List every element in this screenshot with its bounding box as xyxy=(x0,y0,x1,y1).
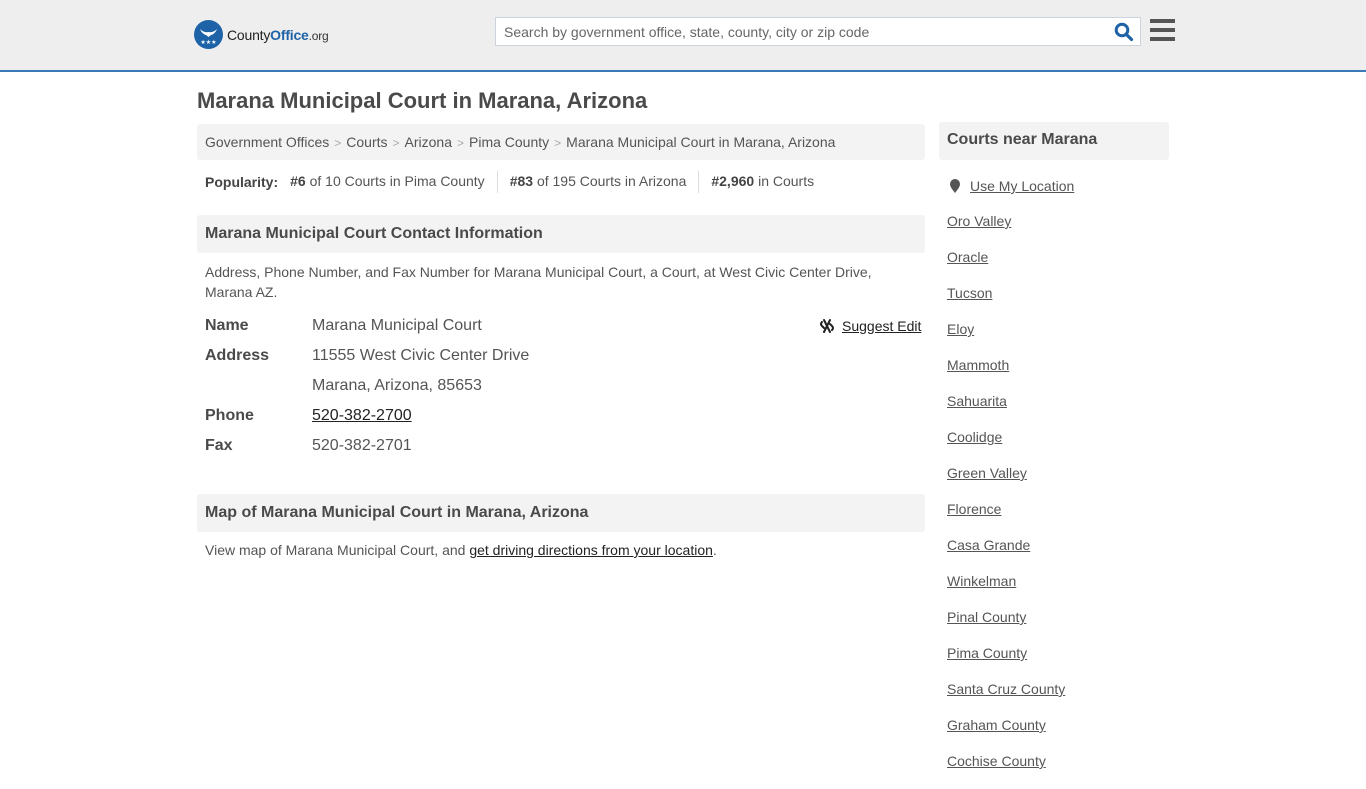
contact-description: Address, Phone Number, and Fax Number fo… xyxy=(205,264,872,300)
nearby-item: Eloy xyxy=(947,321,1065,357)
search-input[interactable] xyxy=(496,18,1096,45)
popularity-bar: Popularity: #6 of 10 Courts in Pima Coun… xyxy=(205,171,826,193)
address-line2: Marana, Arizona, 85653 xyxy=(312,377,482,394)
eagle-logo-icon: ★★★ xyxy=(194,20,223,49)
hamburger-menu-button[interactable] xyxy=(1150,19,1175,41)
menu-bar xyxy=(1150,37,1175,41)
suggest-edit-link[interactable]: Suggest Edit xyxy=(819,318,921,334)
name-label: Name xyxy=(205,317,249,334)
nearby-item: Santa Cruz County xyxy=(947,681,1065,717)
nearby-item: Graham County xyxy=(947,717,1065,753)
nearby-item: Oro Valley xyxy=(947,213,1065,249)
sidebar-heading: Courts near Marana xyxy=(939,122,1169,160)
nearby-item: Mammoth xyxy=(947,357,1065,393)
nearby-courts-list: Oro Valley Oracle Tucson Eloy Mammoth Sa… xyxy=(947,213,1065,789)
map-section-heading: Map of Marana Municipal Court in Marana,… xyxy=(197,494,925,532)
nearby-link-mammoth[interactable]: Mammoth xyxy=(947,357,1009,373)
breadcrumb-separator: > xyxy=(334,136,342,150)
nearby-item: Sahuarita xyxy=(947,393,1065,429)
nearby-item: Winkelman xyxy=(947,573,1065,609)
nearby-item: Pinal County xyxy=(947,609,1065,645)
nearby-link-florence[interactable]: Florence xyxy=(947,501,1001,517)
breadcrumb-arizona[interactable]: Arizona xyxy=(405,134,452,150)
map-description: View map of Marana Municipal Court, and … xyxy=(205,542,717,558)
nearby-link-cochise-county[interactable]: Cochise County xyxy=(947,753,1046,769)
nearby-item: Pima County xyxy=(947,645,1065,681)
nearby-link-pinal-county[interactable]: Pinal County xyxy=(947,609,1026,625)
nearby-item: Green Valley xyxy=(947,465,1065,501)
fax-label: Fax xyxy=(205,437,233,454)
nearby-item: Cochise County xyxy=(947,753,1065,789)
popularity-label: Popularity: xyxy=(205,174,279,190)
nearby-link-oro-valley[interactable]: Oro Valley xyxy=(947,213,1011,229)
nearby-link-sahuarita[interactable]: Sahuarita xyxy=(947,393,1007,409)
search-icon xyxy=(1114,22,1134,42)
breadcrumb-separator: > xyxy=(554,136,562,150)
use-my-location-link[interactable]: Use My Location xyxy=(970,178,1074,194)
breadcrumb-separator: > xyxy=(392,136,400,150)
address-label: Address xyxy=(205,347,270,364)
breadcrumb-courts[interactable]: Courts xyxy=(346,134,387,150)
breadcrumb: Government Offices > Courts > Arizona > Pima C… xyxy=(197,124,925,160)
nearby-item: Casa Grande xyxy=(947,537,1065,573)
nearby-link-eloy[interactable]: Eloy xyxy=(947,321,974,337)
nearby-link-green-valley[interactable]: Green Valley xyxy=(947,465,1027,481)
breadcrumb-government-offices[interactable]: Government Offices xyxy=(205,134,329,150)
site-header: ★★★ CountyOffice.org xyxy=(0,0,1366,72)
menu-bar xyxy=(1150,19,1175,23)
use-my-location[interactable]: Use My Location xyxy=(949,178,1074,194)
breadcrumb-pima-county[interactable]: Pima County xyxy=(469,134,549,150)
page-title: Marana Municipal Court in Marana, Arizon… xyxy=(197,88,648,113)
nearby-item: Oracle xyxy=(947,249,1065,285)
menu-bar xyxy=(1150,28,1175,32)
fax-value: 520-382-2701 xyxy=(312,437,412,454)
address-line1: 11555 West Civic Center Drive xyxy=(312,347,530,364)
name-value: Marana Municipal Court xyxy=(312,317,482,334)
nearby-link-coolidge[interactable]: Coolidge xyxy=(947,429,1002,445)
nearby-link-graham-county[interactable]: Graham County xyxy=(947,717,1046,733)
nearby-item: Tucson xyxy=(947,285,1065,321)
nearby-link-pima-county[interactable]: Pima County xyxy=(947,645,1027,661)
nearby-item: Coolidge xyxy=(947,429,1065,465)
popularity-state: #83 of 195 Courts in Arizona xyxy=(496,171,699,193)
driving-directions-link[interactable]: get driving directions from your locatio… xyxy=(469,542,713,558)
site-logo[interactable]: ★★★ CountyOffice.org xyxy=(194,20,329,49)
broken-link-icon xyxy=(820,319,834,333)
nearby-link-casa-grande[interactable]: Casa Grande xyxy=(947,537,1030,553)
nearby-link-tucson[interactable]: Tucson xyxy=(947,285,992,301)
suggest-edit-text[interactable]: Suggest Edit xyxy=(842,318,921,334)
nearby-link-winkelman[interactable]: Winkelman xyxy=(947,573,1016,589)
phone-label: Phone xyxy=(205,407,254,424)
svg-text:★★★: ★★★ xyxy=(200,39,216,46)
nearby-item: Florence xyxy=(947,501,1065,537)
breadcrumb-current: Marana Municipal Court in Marana, Arizon… xyxy=(566,134,836,150)
search-button[interactable] xyxy=(1114,22,1134,42)
popularity-county: #6 of 10 Courts in Pima County xyxy=(290,173,485,189)
contact-section-heading: Marana Municipal Court Contact Informati… xyxy=(197,215,925,253)
breadcrumb-separator: > xyxy=(456,136,464,150)
nearby-link-santa-cruz-county[interactable]: Santa Cruz County xyxy=(947,681,1065,697)
map-pin-icon xyxy=(950,178,960,193)
phone-link[interactable]: 520-382-2700 xyxy=(312,407,412,424)
search-box xyxy=(495,17,1141,46)
popularity-national: #2,960 in Courts xyxy=(698,171,826,193)
logo-wordmark: CountyOffice.org xyxy=(227,26,329,43)
nearby-link-oracle[interactable]: Oracle xyxy=(947,249,988,265)
